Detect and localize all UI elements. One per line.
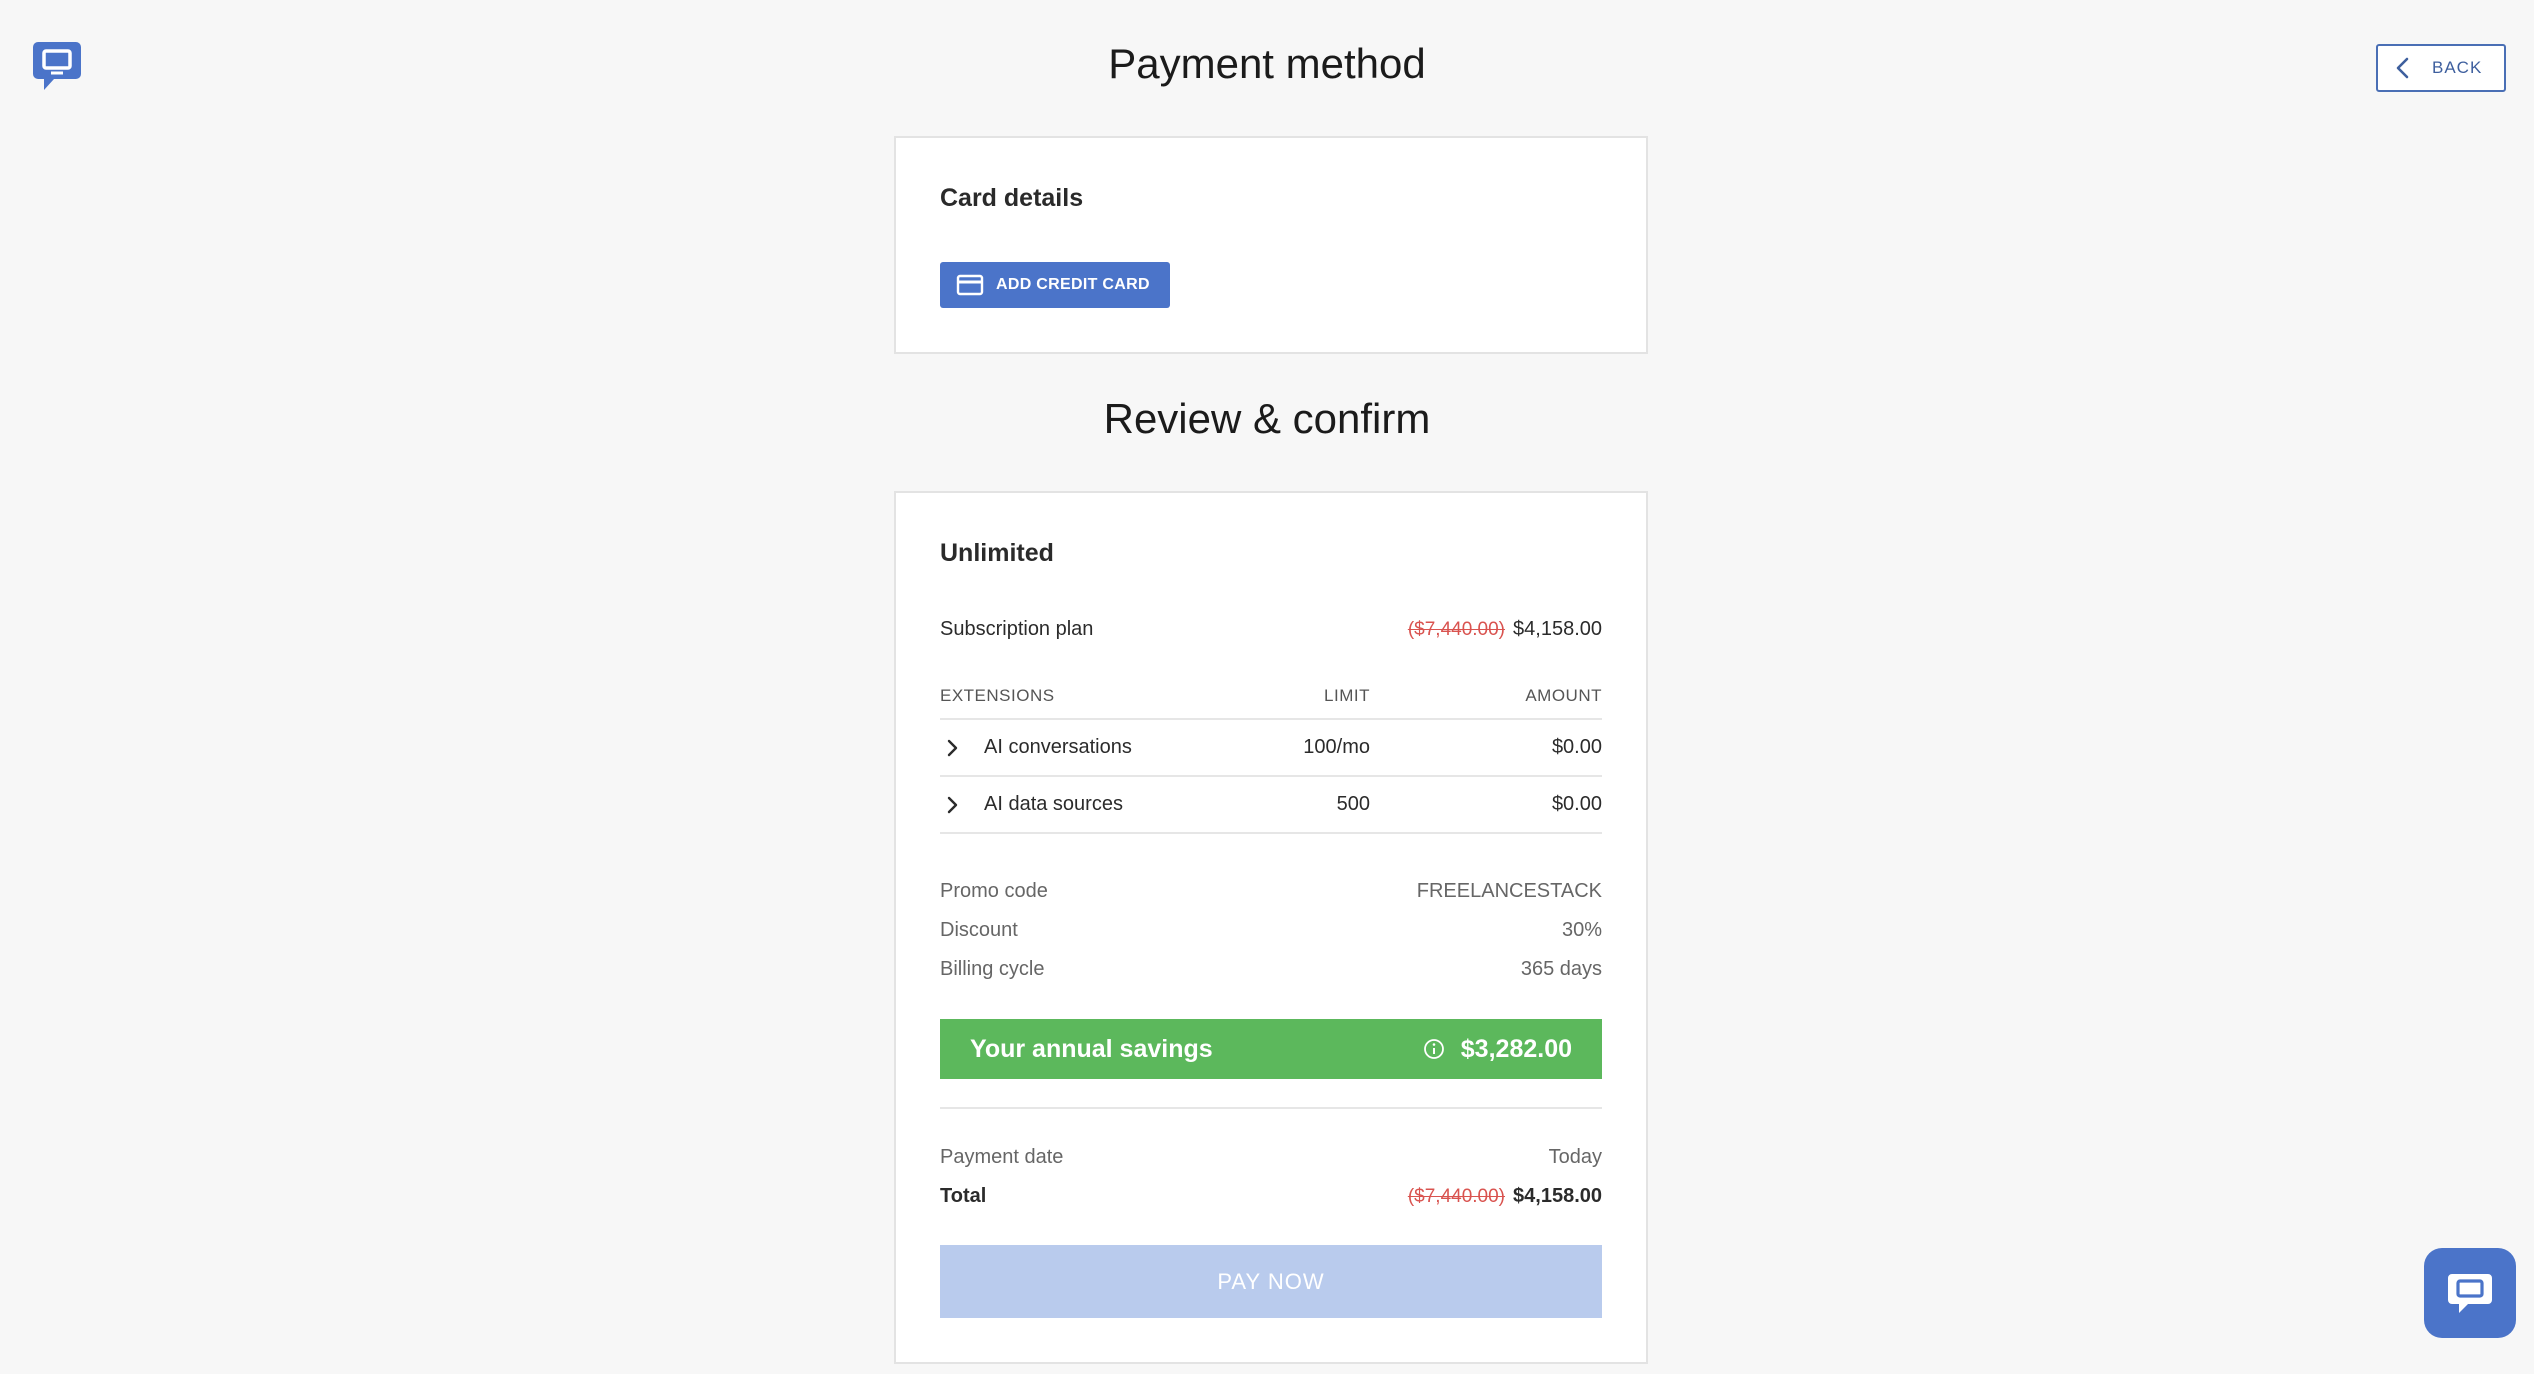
chevron-right-icon[interactable] bbox=[946, 738, 960, 758]
billing-cycle-row: Billing cycle 365 days bbox=[940, 958, 1602, 981]
extension-name: AI conversations bbox=[984, 736, 1132, 758]
discount-row: Discount 30% bbox=[940, 919, 1602, 942]
extension-row-ai-data-sources[interactable]: AI data sources 500 $0.00 bbox=[940, 777, 1602, 834]
extensions-table-header: EXTENSIONS LIMIT AMOUNT bbox=[940, 686, 1602, 720]
limit-header: LIMIT bbox=[1324, 686, 1370, 705]
extensions-header: EXTENSIONS bbox=[940, 686, 1055, 705]
plan-name: Unlimited bbox=[940, 539, 1054, 567]
credit-card-icon bbox=[956, 273, 984, 297]
annual-savings-banner: Your annual savings $3,282.00 bbox=[940, 1019, 1602, 1079]
card-details-title: Card details bbox=[940, 184, 1084, 212]
section-divider bbox=[940, 1107, 1602, 1109]
annual-savings-value: $3,282.00 bbox=[1460, 1034, 1572, 1063]
amount-header: AMOUNT bbox=[1525, 686, 1602, 705]
total-label: Total bbox=[940, 1185, 987, 1207]
pay-now-button[interactable]: PAY NOW bbox=[940, 1245, 1602, 1318]
promo-code-label: Promo code bbox=[940, 880, 1048, 902]
annual-savings-label: Your annual savings bbox=[970, 1034, 1213, 1063]
extension-amount: $0.00 bbox=[1551, 793, 1602, 815]
subscription-current-price: $4,158.00 bbox=[1513, 618, 1602, 640]
info-icon[interactable] bbox=[1423, 1038, 1445, 1060]
billing-cycle-label: Billing cycle bbox=[940, 958, 1045, 980]
total-original-price: ($7,440.00) bbox=[1407, 1186, 1506, 1207]
extension-row-ai-conversations[interactable]: AI conversations 100/mo $0.00 bbox=[940, 720, 1602, 777]
chat-widget-button[interactable] bbox=[2424, 1248, 2516, 1338]
promo-code-value: FREELANCESTACK bbox=[1416, 880, 1602, 902]
card-details-card: Card details ADD CREDIT CARD bbox=[894, 136, 1648, 354]
payment-method-heading: Payment method bbox=[1108, 40, 1426, 87]
extension-name: AI data sources bbox=[984, 793, 1123, 815]
chat-icon bbox=[2448, 1274, 2492, 1313]
payment-date-value: Today bbox=[1548, 1146, 1602, 1168]
add-credit-card-button[interactable]: ADD CREDIT CARD bbox=[940, 262, 1170, 308]
total-row: Total ($7,440.00) $4,158.00 bbox=[940, 1185, 1602, 1208]
payment-date-label: Payment date bbox=[940, 1146, 1064, 1168]
chevron-right-icon[interactable] bbox=[946, 795, 960, 815]
subscription-plan-price: ($7,440.00) $4,158.00 bbox=[1408, 618, 1602, 641]
review-card: Unlimited Subscription plan ($7,440.00) $… bbox=[894, 491, 1648, 1364]
subscription-original-price: ($7,440.00) bbox=[1407, 619, 1506, 640]
subscription-plan-label: Subscription plan bbox=[940, 618, 1094, 640]
total-price: ($7,440.00) $4,158.00 bbox=[1408, 1185, 1602, 1208]
subscription-plan-row: Subscription plan ($7,440.00) $4,158.00 bbox=[940, 618, 1602, 641]
extension-limit: 100/mo bbox=[1303, 736, 1370, 758]
discount-value: 30% bbox=[1561, 919, 1602, 941]
total-current-price: $4,158.00 bbox=[1513, 1185, 1602, 1207]
promo-code-row: Promo code FREELANCESTACK bbox=[940, 880, 1602, 903]
billing-cycle-value: 365 days bbox=[1520, 958, 1602, 980]
discount-label: Discount bbox=[940, 919, 1018, 941]
extension-limit: 500 bbox=[1336, 793, 1370, 815]
add-credit-card-label: ADD CREDIT CARD bbox=[996, 276, 1150, 293]
review-confirm-heading: Review & confirm bbox=[1103, 395, 1431, 442]
payment-date-row: Payment date Today bbox=[940, 1146, 1602, 1169]
extension-amount: $0.00 bbox=[1551, 736, 1602, 758]
